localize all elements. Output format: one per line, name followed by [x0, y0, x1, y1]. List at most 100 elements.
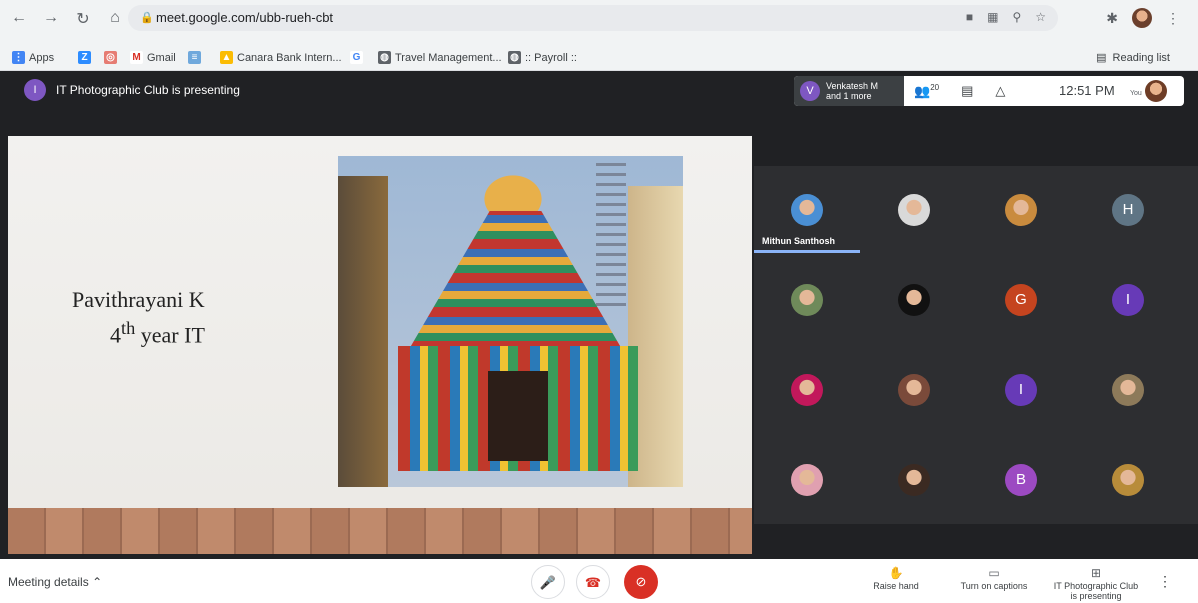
globe-icon: ◍ — [378, 51, 391, 64]
slide-text: Pavithrayani K 4th year IT — [72, 286, 205, 349]
camera-icon[interactable]: ■ — [966, 10, 973, 24]
bank-icon: ≡ — [188, 51, 201, 64]
reading-list[interactable]: ▤ Reading list — [1096, 51, 1170, 65]
bookmark-zoom[interactable]: Z — [78, 51, 91, 64]
extension-area: ✱ ⋮ — [1106, 8, 1180, 28]
presentation-stage: Pavithrayani K 4th year IT — [0, 136, 752, 554]
star-icon[interactable]: ☆ — [1035, 10, 1046, 24]
present-label-1: IT Photographic Club — [1053, 581, 1139, 591]
apps-icon: ⋮ — [12, 51, 25, 64]
bookmark-google[interactable]: G — [350, 51, 363, 64]
participant-photo-avatar[interactable] — [791, 374, 823, 406]
bookmark-apps[interactable]: ⋮ Apps — [12, 51, 54, 64]
present-button[interactable]: ⊞ IT Photographic Club is presenting — [1050, 566, 1142, 601]
gmail-icon: M — [130, 51, 143, 64]
home-icon[interactable]: ⌂ — [106, 9, 124, 29]
participant-photo-avatar[interactable] — [1005, 194, 1037, 226]
participant-photo-avatar[interactable] — [898, 284, 930, 316]
participant-photo-avatar[interactable] — [791, 194, 823, 226]
raise-hand-button[interactable]: ✋ Raise hand — [873, 566, 919, 591]
presenting-text: IT Photographic Club is presenting — [56, 83, 240, 97]
participant-name: Mithun Santhosh — [762, 236, 835, 246]
speaker-more: and 1 more — [826, 91, 872, 101]
reading-list-label: Reading list — [1112, 51, 1170, 64]
bottom-toolbar: Meeting details ⌃ 🎤 ☎ ⊘ ✋ Raise hand ▭ T… — [0, 559, 1198, 603]
bookmark-gmail[interactable]: M Gmail — [130, 51, 176, 64]
zoom-icon[interactable]: ⚲ — [1012, 10, 1021, 24]
extensions-icon[interactable]: ✱ — [1106, 10, 1118, 27]
bookmark-label: Travel Management... — [395, 51, 502, 64]
url-text: meet.google.com/ubb-rueh-cbt — [156, 10, 334, 25]
present-icon: ⊞ — [1090, 566, 1102, 580]
chat-icon[interactable]: ▤ — [961, 83, 973, 99]
participant-grid: Mithun Santhosh H G I I B — [754, 166, 1198, 524]
participant-initial-avatar[interactable]: I — [1112, 284, 1144, 316]
participant-photo-avatar[interactable] — [898, 194, 930, 226]
omnibox-icons: ■ ▦ ⚲ ☆ — [966, 10, 1046, 24]
participant-photo-avatar[interactable] — [791, 284, 823, 316]
lock-icon: 🔒 — [140, 12, 154, 24]
bookmark-canara[interactable]: ▲ Canara Bank Intern... — [220, 51, 342, 64]
mic-button[interactable]: 🎤 — [531, 565, 565, 599]
bookmarks-bar: ⋮ Apps Z ◎ M Gmail ≡ ▲ Canara Bank Inter… — [0, 46, 1198, 71]
nav-buttons: ← → ↻ ⌂ — [10, 9, 124, 29]
qr-icon[interactable]: ▦ — [987, 10, 998, 24]
meeting-info-panel: V Venkatesh M and 1 more 👥20 ▤ △ 12:51 P… — [794, 76, 1184, 106]
participant-photo-avatar[interactable] — [1112, 374, 1144, 406]
captions-button[interactable]: ▭ Turn on captions — [956, 566, 1032, 591]
address-bar[interactable]: 🔒 meet.google.com/ubb-rueh-cbt ■ ▦ ⚲ ☆ — [128, 5, 1058, 31]
camera-off-icon: ⊘ — [635, 574, 647, 589]
participant-count: 20 — [930, 83, 940, 92]
hang-up-button[interactable]: ☎ — [576, 565, 610, 599]
present-label-2: is presenting — [1070, 591, 1122, 601]
speaker-names: Venkatesh M and 1 more — [826, 81, 878, 101]
hand-icon: ✋ — [888, 566, 904, 580]
bookmark-label: Gmail — [147, 51, 176, 64]
slide-year: 4th year IT — [72, 314, 205, 349]
bookmark-other[interactable]: ◎ — [104, 51, 117, 64]
participant-initial-avatar[interactable]: I — [1005, 374, 1037, 406]
speaker-avatar: V — [800, 81, 820, 101]
mic-icon: 🎤 — [539, 575, 557, 590]
app-icon: ◎ — [104, 51, 117, 64]
zoom-app-icon: Z — [78, 51, 91, 64]
participant-initial-avatar[interactable]: G — [1005, 284, 1037, 316]
profile-avatar[interactable] — [1132, 8, 1152, 28]
participant-photo-avatar[interactable] — [898, 374, 930, 406]
reload-icon[interactable]: ↻ — [74, 9, 92, 29]
participant-photo-avatar[interactable] — [791, 464, 823, 496]
bookmark-label: :: Payroll :: — [525, 51, 577, 64]
phone-icon: ☎ — [584, 575, 602, 590]
more-options-icon[interactable]: ⋮ — [1158, 573, 1172, 590]
building-left — [338, 176, 388, 487]
participant-initial-avatar[interactable]: B — [1005, 464, 1037, 496]
bookmark-payroll[interactable]: ◍ :: Payroll :: — [508, 51, 577, 64]
activities-icon[interactable]: △ — [995, 83, 1005, 99]
self-avatar[interactable] — [1145, 80, 1167, 102]
browser-toolbar: ← → ↻ ⌂ 🔒 meet.google.com/ubb-rueh-cbt ■… — [0, 0, 1198, 46]
participant-photo-avatar[interactable] — [1112, 464, 1144, 496]
chevron-up-icon: ⌃ — [92, 575, 103, 589]
back-icon[interactable]: ← — [10, 9, 28, 29]
temple-chariot-photo — [338, 156, 683, 487]
people-icon[interactable]: 👥20 — [914, 83, 939, 99]
speaking-indicator — [754, 250, 860, 253]
meet-header: I IT Photographic Club is presenting V V… — [0, 72, 1198, 136]
camera-off-button[interactable]: ⊘ — [624, 565, 658, 599]
captions-icon: ▭ — [988, 566, 1000, 580]
participant-photo-avatar[interactable] — [898, 464, 930, 496]
wooden-floor — [8, 508, 752, 554]
participant-initial-avatar[interactable]: H — [1112, 194, 1144, 226]
menu-icon[interactable]: ⋮ — [1166, 10, 1180, 27]
bookmark-travel[interactable]: ◍ Travel Management... — [378, 51, 502, 64]
bookmark-bank[interactable]: ≡ — [188, 51, 201, 64]
you-label: You — [1130, 90, 1142, 97]
forward-icon[interactable]: → — [42, 9, 60, 29]
year-number: 4 — [110, 322, 121, 348]
google-icon: G — [350, 51, 363, 64]
presenter-avatar: I — [24, 79, 46, 101]
raise-hand-label: Raise hand — [873, 581, 919, 591]
meeting-details-button[interactable]: Meeting details ⌃ — [8, 575, 102, 589]
presenting-indicator: I IT Photographic Club is presenting — [24, 79, 240, 101]
active-speaker[interactable]: V Venkatesh M and 1 more — [794, 76, 904, 106]
